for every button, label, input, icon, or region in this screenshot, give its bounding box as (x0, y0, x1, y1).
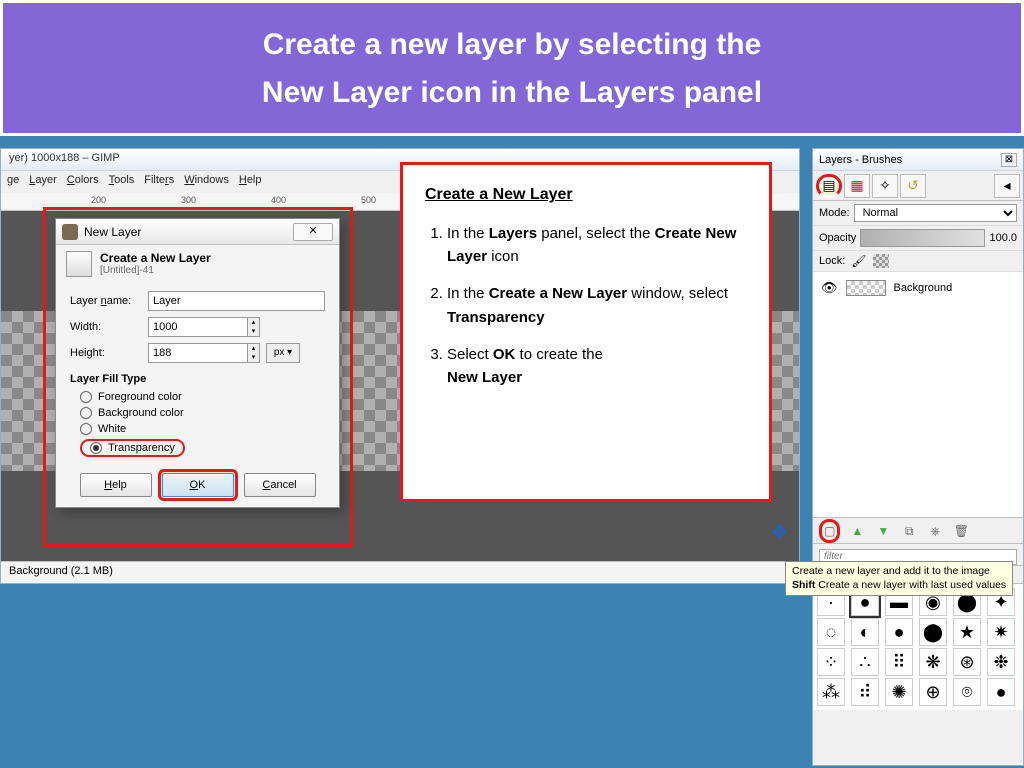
menu-colors[interactable]: Colors (63, 174, 103, 190)
fill-white-option[interactable]: White (70, 421, 325, 437)
anchor-layer-icon[interactable]: ⎈ (926, 522, 944, 540)
panel-close-icon[interactable]: ⊠ (1001, 153, 1017, 167)
dialog-header: Create a New Layer [Untitled]-41 (56, 245, 339, 279)
panel-tabs: ▤ ▦ ✧ ↺ ◂ (813, 171, 1023, 201)
brush-item[interactable]: ⠿ (885, 648, 913, 676)
close-icon[interactable]: ✕ (293, 223, 333, 241)
mode-dropdown[interactable]: Normal (854, 204, 1017, 222)
new-layer-icon: ▢ (824, 524, 835, 538)
brush-item[interactable]: ⁘ (817, 648, 845, 676)
menu-filters[interactable]: Filters (140, 174, 178, 190)
channels-tab-icon[interactable]: ▦ (844, 174, 870, 198)
layer-thumb-icon (846, 280, 886, 296)
lower-layer-icon[interactable]: ▼ (874, 522, 892, 540)
width-spinner[interactable]: ▴▾ (248, 317, 260, 337)
paths-tab-icon[interactable]: ✧ (872, 174, 898, 198)
banner-line-1: Create a new layer by selecting the (3, 21, 1021, 69)
radio-icon (90, 442, 102, 454)
brush-item[interactable]: ✺ (885, 678, 913, 706)
brush-item[interactable]: ⠾ (851, 678, 879, 706)
menu-image[interactable]: ge (3, 174, 23, 190)
width-input[interactable] (148, 317, 248, 337)
new-layer-tooltip: Create a new layer and add it to the ima… (785, 561, 1013, 596)
brush-item[interactable]: ● (987, 678, 1015, 706)
opacity-label: Opacity (819, 232, 856, 244)
brush-item[interactable]: ⁂ (817, 678, 845, 706)
instruction-box: Create a New Layer In the Layers panel, … (400, 162, 772, 502)
dialog-subtitle: [Untitled]-41 (100, 265, 211, 276)
instruction-step-2: In the Create a New Layer window, select… (447, 282, 747, 329)
layers-panel-titlebar[interactable]: Layers - Brushes ⊠ (813, 149, 1023, 171)
opacity-slider[interactable] (860, 229, 985, 247)
instruction-title: Create a New Layer (425, 183, 747, 208)
radio-icon (80, 423, 92, 435)
lock-pixels-icon[interactable]: 🖌 (851, 254, 866, 268)
help-button[interactable]: Help (80, 473, 152, 497)
menu-tools[interactable]: Tools (105, 174, 139, 190)
layers-list: 👁 Background (813, 272, 1023, 518)
menu-windows[interactable]: Windows (180, 174, 233, 190)
brush-item[interactable]: ★ (953, 618, 981, 646)
menu-help[interactable]: Help (235, 174, 266, 190)
layer-name-label: Layer name: (70, 295, 148, 307)
instruction-banner: Create a new layer by selecting the New … (0, 0, 1024, 136)
dialog-titlebar[interactable]: New Layer ✕ (56, 219, 339, 245)
menu-layer[interactable]: Layer (25, 174, 61, 190)
layer-stack-icon (66, 251, 92, 277)
tab-menu-icon[interactable]: ◂ (994, 174, 1020, 198)
ok-button[interactable]: OK (162, 473, 234, 497)
brush-item[interactable]: ⬤ (919, 618, 947, 646)
layers-tab-icon[interactable]: ▤ (816, 174, 842, 198)
brush-item[interactable]: ● (885, 618, 913, 646)
radio-icon (80, 407, 92, 419)
lock-alpha-icon[interactable] (873, 254, 889, 268)
layer-name-input[interactable] (148, 291, 325, 311)
wilber-icon (62, 224, 78, 240)
eye-icon[interactable]: 👁 (821, 280, 838, 296)
brush-item[interactable]: ⊛ (953, 648, 981, 676)
new-layer-button[interactable]: ▢ (819, 519, 840, 543)
unit-dropdown[interactable]: px ▾ (266, 343, 300, 363)
undo-tab-icon[interactable]: ↺ (900, 174, 926, 198)
height-spinner[interactable]: ▴▾ (248, 343, 260, 363)
instruction-step-3: Select OK to create the New Layer (447, 343, 747, 390)
brush-item[interactable]: ✷ (987, 618, 1015, 646)
layers-panel: Layers - Brushes ⊠ ▤ ▦ ✧ ↺ ◂ Mode: Norma… (812, 148, 1024, 766)
status-bar: Background (2.1 MB) (1, 561, 799, 583)
duplicate-layer-icon[interactable]: ⧉ (900, 522, 918, 540)
height-input[interactable] (148, 343, 248, 363)
dialog-title-text: New Layer (84, 225, 141, 239)
lock-label: Lock: (819, 255, 845, 267)
brush-item[interactable]: ❉ (987, 648, 1015, 676)
fill-background-option[interactable]: Background color (70, 405, 325, 421)
fill-foreground-option[interactable]: Foreground color (70, 389, 325, 405)
delete-layer-icon[interactable]: 🗑 (952, 522, 970, 540)
mode-label: Mode: (819, 207, 850, 219)
brush-item[interactable]: ⌾ (953, 678, 981, 706)
width-label: Width: (70, 321, 148, 333)
move-cursor-icon: ✥ (772, 522, 787, 543)
height-label: Height: (70, 347, 148, 359)
brush-item[interactable]: ∴ (851, 648, 879, 676)
dialog-heading: Create a New Layer (100, 251, 211, 265)
fill-transparency-option[interactable]: Transparency (80, 439, 185, 457)
cancel-button[interactable]: Cancel (244, 473, 316, 497)
new-layer-dialog: New Layer ✕ Create a New Layer [Untitled… (55, 218, 340, 508)
instruction-step-1: In the Layers panel, select the Create N… (447, 222, 747, 269)
brush-grid: · ● ▬ ◉ ⬤ ✦ ◌ ◐ ● ⬤ ★ ✷ ⁘ ∴ ⠿ ❋ ⊛ ❉ ⁂ ⠾ … (813, 584, 1023, 710)
banner-line-2: New Layer icon in the Layers panel (3, 69, 1021, 117)
brush-item[interactable]: ◐ (851, 618, 879, 646)
layer-row-background[interactable]: 👁 Background (817, 276, 1019, 300)
layer-name-label: Background (894, 282, 953, 294)
layers-toolbar: ▢ ▲ ▼ ⧉ ⎈ 🗑 (813, 518, 1023, 544)
raise-layer-icon[interactable]: ▲ (848, 522, 866, 540)
brush-item[interactable]: ⊕ (919, 678, 947, 706)
brush-item[interactable]: ❋ (919, 648, 947, 676)
radio-icon (80, 391, 92, 403)
fill-type-label: Layer Fill Type (70, 373, 325, 385)
opacity-value: 100.0 (989, 232, 1017, 244)
brush-item[interactable]: ◌ (817, 618, 845, 646)
